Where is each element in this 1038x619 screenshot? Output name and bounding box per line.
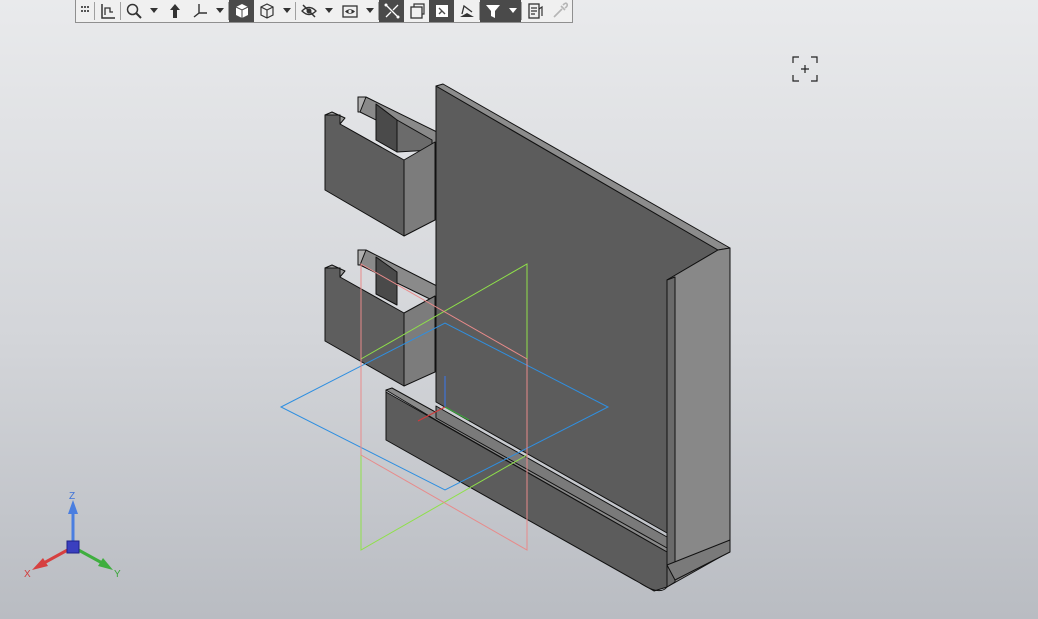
triad-label-y: Y	[114, 569, 121, 580]
triad-label-x: X	[24, 569, 31, 580]
lower-clip[interactable]	[324, 249, 438, 387]
3d-viewport[interactable]: Z X Y	[0, 0, 1038, 619]
orientation-triad[interactable]	[32, 500, 113, 570]
upper-clip[interactable]	[324, 96, 438, 237]
triad-label-z: Z	[69, 491, 75, 502]
zoom-frame-icon[interactable]	[792, 56, 818, 82]
